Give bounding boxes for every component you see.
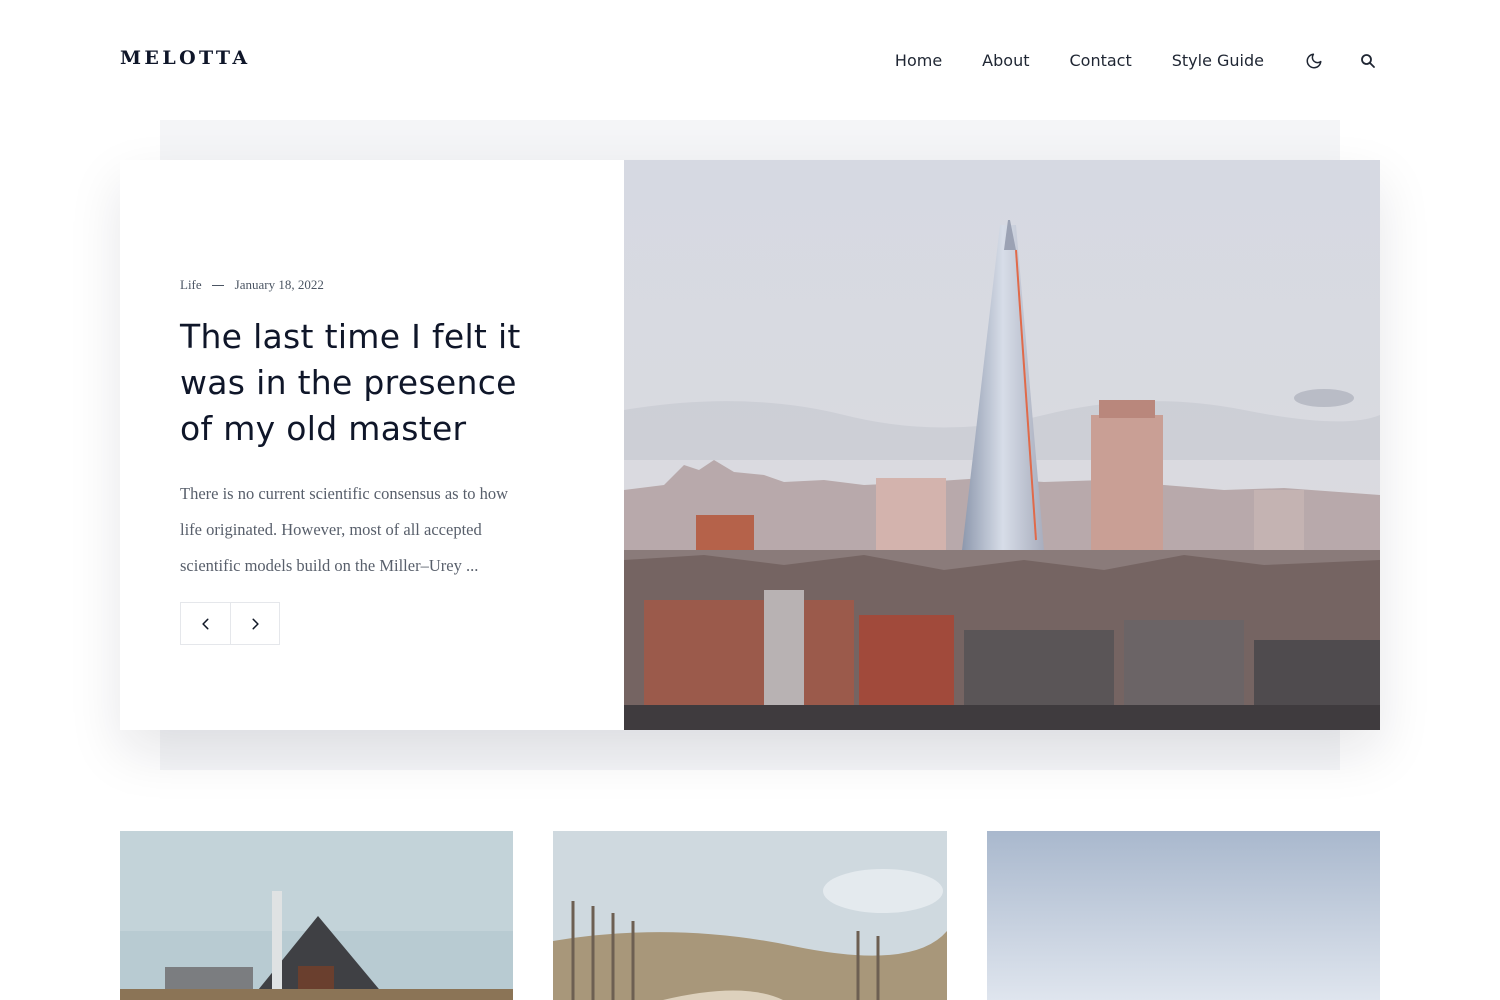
post-excerpt-line: There is no current scientific consensus… — [180, 484, 509, 503]
card-image-beach-fence[interactable] — [553, 831, 947, 1000]
slider-next-button[interactable] — [230, 603, 279, 644]
card-image-wooden-house[interactable] — [120, 831, 513, 1000]
slider-prev-button[interactable] — [181, 603, 230, 644]
post-excerpt: There is no current scientific consensus… — [180, 476, 570, 584]
post-title[interactable]: The last time I felt it was in the prese… — [180, 314, 560, 452]
post-category[interactable]: Life — [180, 277, 202, 293]
featured-image-london-skyline[interactable] — [624, 160, 1380, 730]
main-nav: Home About Contact Style Guide — [855, 49, 1380, 73]
post-meta: Life January 18, 2022 — [180, 277, 324, 293]
nav-about-link[interactable]: About — [982, 50, 1029, 72]
featured-post-text: Life January 18, 2022 The last time I fe… — [120, 160, 624, 730]
post-title-line: was in the presence — [180, 363, 517, 402]
nav-home-link[interactable]: Home — [895, 50, 942, 72]
post-excerpt-line: scientific models build on the Miller–Ur… — [180, 556, 479, 575]
chevron-right-icon — [252, 618, 259, 629]
nav-style-guide-link[interactable]: Style Guide — [1172, 50, 1264, 72]
post-title-line: of my old master — [180, 409, 467, 448]
post-title-line: The last time I felt it — [180, 317, 521, 356]
featured-post-card: Life January 18, 2022 The last time I fe… — [120, 160, 1380, 730]
post-date: January 18, 2022 — [234, 277, 324, 292]
site-logo[interactable]: MELOTTA — [120, 47, 251, 69]
search-icon[interactable] — [1356, 49, 1380, 73]
post-excerpt-line: life originated. However, most of all ac… — [180, 520, 482, 539]
card-image-pale-sky[interactable] — [987, 831, 1380, 1000]
chevron-left-icon — [201, 618, 209, 629]
nav-contact-link[interactable]: Contact — [1069, 50, 1131, 72]
moon-icon[interactable] — [1302, 49, 1326, 73]
meta-separator — [211, 284, 224, 286]
site-header: MELOTTA Home About Contact Style Guide — [0, 0, 1500, 120]
slider-controls — [180, 602, 280, 645]
